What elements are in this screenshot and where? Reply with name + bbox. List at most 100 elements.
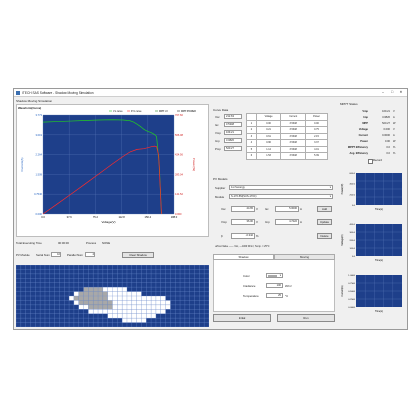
update-button[interactable]: Update [317,219,332,225]
y-right-tick-label: 707.60 [175,113,183,117]
isc-input[interactable]: 5.0000 [275,206,299,212]
test-value-note: ★Test Value —— Voc, —1000 W/m², Temp. = … [215,245,270,248]
y-right-tick-label: 424.56 [175,153,183,157]
pv-array-grid[interactable] [16,265,209,327]
shaded-cell [155,304,161,310]
curve-field-value[interactable]: 212.63 [224,114,242,119]
supplier-select[interactable]: 1st Sunergy ▾ [229,185,333,190]
curve-data-table[interactable]: Voltage Current Power 1 0.00 3.5348 0.00 2 0.21 3… [246,113,328,160]
color-select[interactable]: ▾ [266,273,283,278]
shaded-cell [112,296,118,301]
parallel-num-input[interactable]: 4 [85,252,95,257]
curve-field-value[interactable]: 520.27 [224,146,242,151]
shaded-cell [102,296,108,301]
y-axis-right-label: Power(W) [192,158,196,171]
total-time-label: Total Executing Time [16,241,42,245]
beta-input[interactable]: -0.342 [231,233,255,239]
shaded-cell [160,300,166,305]
y-right-tick-label: 283.04 [175,172,183,176]
shaded-cell [131,300,137,305]
shaded-cell [136,304,142,310]
total-time-value: 00:00:00 [58,241,69,245]
voc-input[interactable]: 44.65 [231,206,255,212]
shaded-cell [122,304,127,310]
shaded-cell [122,287,127,292]
shaded-cell [112,291,118,296]
process-value: NONE [102,241,111,245]
mini-tick-label: 1.0000 [348,275,355,277]
y-left-tick-label: 0.000 [36,212,43,216]
mppt-row-value: 169.21 [382,110,390,113]
shaded-cell [141,309,147,314]
curve-field-value[interactable]: 3.0826 [224,138,242,143]
delete-button[interactable]: Delete [317,233,332,239]
shaded-cell [88,287,94,292]
mini-tick-label: 100.0 [350,248,356,250]
imp-input[interactable]: 4.7222 [275,219,299,225]
mppt-row-label: MPPT Efficiency [347,146,368,149]
shaded-cell [102,309,108,314]
shaded-cell [107,291,113,296]
table-row[interactable]: 6 1.53 3.5348 5.39 [246,152,328,160]
shaded-cell [151,304,156,310]
shaded-cell [93,296,99,301]
mini-tick-label: 300.0 [350,232,356,234]
mppt-row-unit: A [393,116,395,119]
maximize-button[interactable]: □ [388,90,396,95]
mini-x-label: Time(s) [375,259,383,262]
mini-tick-label: 400.0 [350,184,356,186]
shaded-cell [102,304,108,310]
shaded-cell [107,304,113,310]
temperature-label: Temperature [243,294,259,298]
module-select[interactable]: S-170-5M(SUS-170C) ▾ [229,194,333,199]
voc-label: Voc [221,207,226,211]
run-button[interactable]: Run [277,314,335,322]
mppt-row-value: 0.000 [383,128,391,131]
irradiance-input[interactable]: 100 [266,283,283,288]
mini-tick-label: 0.0 [352,205,356,207]
serial-num-label: Serial Num [36,253,50,257]
mppt-row-unit: V [393,128,395,131]
vmp-label: Vmp [221,220,227,224]
y-axis-left-label: Current(A) [20,157,24,171]
mppt-row-unit: A [393,134,395,137]
initial-button[interactable]: Initial [213,314,271,322]
add-button[interactable]: Add [317,206,332,212]
vmp-input[interactable]: 36.00 [231,219,255,225]
shaded-cell [126,313,132,319]
shaded-cell [88,296,94,301]
table-cell: 1.53 [255,152,282,160]
clear-shadow-button[interactable]: Clear Shadow [122,251,154,258]
shaded-cell [131,318,137,323]
shaded-cell [93,291,99,296]
table-cell: 3.5348 [280,152,307,160]
mppt-mini-charts: 600.0 400.0 200.0 0.0 Power(W) Time(s) 400.0 30… [341,173,402,313]
tab-moving[interactable]: Moving [274,254,335,260]
serial-num-input[interactable]: 10 [51,252,61,257]
shaded-cell [78,291,84,296]
shaded-cell [83,287,89,292]
plot-area [43,115,174,214]
curve-field-label: Imp [215,139,220,143]
curve-field-label: Isc [215,123,219,127]
tab-shadow[interactable]: Shadow [213,254,274,260]
mppt-row-label: Power [360,140,368,143]
shaded-cell [141,296,147,301]
minimize-button[interactable]: – [379,90,387,95]
shaded-cell [83,291,89,296]
shaded-cell [126,309,132,314]
curve-field-value[interactable]: 169.21 [224,130,242,135]
mppt-row-unit: W [393,140,396,143]
mini-y-label: Power(W) [341,183,344,194]
x-tick-label: 37.6 [67,215,73,219]
shaded-cell [122,296,127,301]
mppt-row-label: MPP [362,122,368,125]
close-button[interactable]: ✕ [397,90,405,95]
shaded-cell [78,300,84,305]
y-left-tick-label: 2.264 [36,153,43,157]
temperature-input[interactable]: 25 [266,293,283,298]
curve-field-value[interactable]: 3.5348 [224,122,242,127]
mppt-row-unit: % [393,152,396,155]
legend-label: I-V curve [113,110,123,113]
shaded-cell [83,304,89,310]
